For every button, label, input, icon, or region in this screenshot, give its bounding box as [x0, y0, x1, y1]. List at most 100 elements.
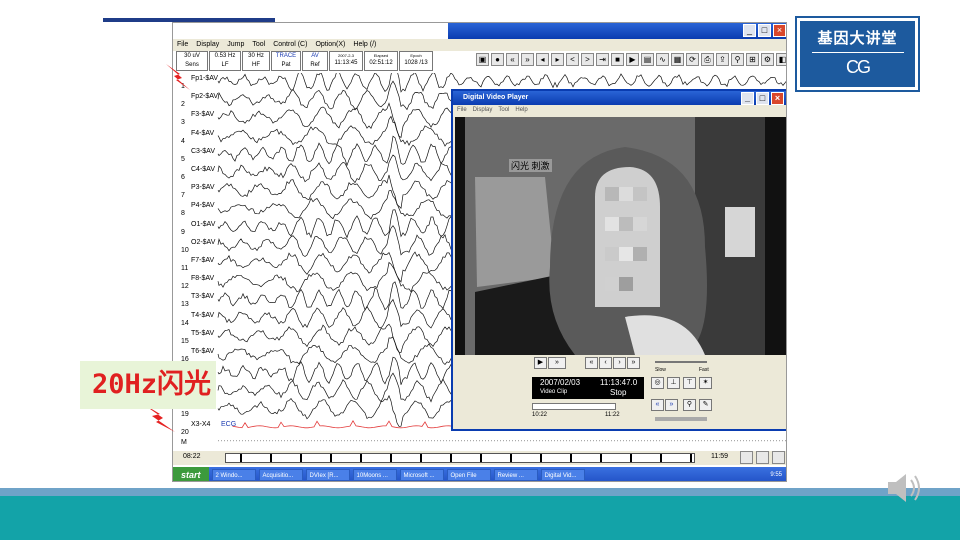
timeline-button-a[interactable]	[740, 451, 753, 464]
ref-control[interactable]: AV Ref	[302, 51, 328, 71]
video-pos-end: 11:22	[605, 412, 620, 418]
channel-label: C3-$AV	[191, 147, 215, 155]
maximize-icon[interactable]: □	[758, 24, 771, 37]
menu-help[interactable]: Help (/)	[353, 39, 376, 51]
video-maximize-icon[interactable]: □	[756, 92, 769, 105]
speed-slider[interactable]	[655, 361, 707, 363]
menu-jump[interactable]: Jump	[227, 39, 244, 51]
timeline-bar: 08:22 11:59	[173, 451, 786, 465]
volume-slider[interactable]	[655, 417, 707, 421]
channel-number: 7	[181, 192, 185, 200]
taskbar-item[interactable]: Digital Vid...	[540, 469, 585, 481]
measure-icon[interactable]: ⊞	[746, 53, 759, 66]
menu-control[interactable]: Control (C)	[273, 39, 307, 51]
step-forward-icon[interactable]: ›	[613, 357, 626, 369]
run-icon[interactable]: ✶	[699, 377, 712, 389]
channel-label: F8-$AV	[191, 275, 215, 283]
prev-icon[interactable]: <	[566, 53, 579, 66]
snapshot-icon[interactable]: ◎	[651, 377, 664, 389]
zoom-icon[interactable]: ⚲	[731, 53, 744, 66]
step-forward-icon[interactable]: ▸	[551, 53, 564, 66]
logo-text: 基因大讲堂	[817, 30, 898, 47]
grid-icon[interactable]: ▦	[671, 53, 684, 66]
channel-label: P3-$AV	[191, 184, 215, 192]
start-button[interactable]: start	[173, 467, 209, 481]
next-clip-icon[interactable]: »	[665, 399, 678, 411]
clock-box: 2007-2-3 11:13:45	[329, 51, 363, 71]
step-back-icon[interactable]: ◂	[536, 53, 549, 66]
step-back-icon[interactable]: ‹	[599, 357, 612, 369]
pattern-control[interactable]: TRACE Pat	[271, 51, 301, 71]
rewind-icon[interactable]: «	[585, 357, 598, 369]
menu-option[interactable]: Option(X)	[315, 39, 345, 51]
lf-control[interactable]: 0.53 Hz LF	[209, 51, 241, 71]
search-icon[interactable]: ⚲	[683, 399, 696, 411]
channel-label: F3-$AV	[191, 111, 215, 119]
channel-number: 12	[181, 283, 189, 291]
prev-clip-icon[interactable]: «	[651, 399, 664, 411]
video-minimize-icon[interactable]: _	[741, 92, 754, 105]
taskbar-item[interactable]: DVIex [R...	[305, 469, 350, 481]
video-position-bar[interactable]	[532, 403, 616, 410]
save-icon[interactable]: ▤	[641, 53, 654, 66]
video-menu-help[interactable]: Help	[515, 105, 527, 115]
record-icon[interactable]: ●	[491, 53, 504, 66]
menu-file[interactable]: File	[177, 39, 188, 51]
menubar: File Display Jump Tool Control (C) Optio…	[173, 39, 786, 51]
lf-label: LF	[221, 62, 229, 68]
play-icon[interactable]: ▶	[626, 53, 639, 66]
taskbar-item[interactable]: Review ...	[493, 469, 538, 481]
map-icon[interactable]: ▣	[476, 53, 489, 66]
video-state: Stop	[610, 388, 627, 397]
video-menu-file[interactable]: File	[457, 105, 467, 115]
video-menu-display[interactable]: Display	[473, 105, 493, 115]
footer-band	[0, 496, 960, 540]
sync-icon[interactable]: ⟳	[686, 53, 699, 66]
timeline-button-c[interactable]	[772, 451, 785, 464]
chart-icon[interactable]: ∿	[656, 53, 669, 66]
taskbar-item[interactable]: 10Moons ...	[352, 469, 397, 481]
video-scene	[455, 117, 786, 355]
play-icon[interactable]: ▶	[534, 357, 547, 369]
fast-forward-icon[interactable]: »	[521, 53, 534, 66]
sens-label: Sens	[185, 62, 199, 68]
timeline-scroll[interactable]	[225, 453, 695, 463]
timeline-button-b[interactable]	[756, 451, 769, 464]
next-icon[interactable]: >	[581, 53, 594, 66]
channel-number: 15	[181, 337, 189, 345]
edit-icon[interactable]: ✎	[699, 399, 712, 411]
print-icon[interactable]: ⎙	[701, 53, 714, 66]
hf-control[interactable]: 30 Hz HF	[242, 51, 270, 71]
channel-label: F7-$AV	[191, 257, 215, 264]
fast-play-icon[interactable]: »	[548, 357, 566, 369]
hf-label: HF	[252, 62, 260, 68]
taskbar-item[interactable]: Open File	[446, 469, 491, 481]
video-player-title: Digital Video Player	[463, 94, 529, 101]
speaker-icon[interactable]	[884, 468, 924, 508]
slide: 基因大讲堂 CG _ □ × File Display Jump Tool Co…	[0, 0, 960, 540]
rewind-fast-icon[interactable]: «	[506, 53, 519, 66]
stop-icon[interactable]: ■	[611, 53, 624, 66]
taskbar-item[interactable]: Microsoft ...	[399, 469, 444, 481]
close-icon[interactable]: ×	[773, 24, 786, 37]
taskbar-item[interactable]: 2 Windo...	[211, 469, 256, 481]
channel-number: 6	[181, 174, 185, 181]
mark-in-icon[interactable]: ⊥	[667, 377, 680, 389]
sens-control[interactable]: 30 uV Sens	[176, 51, 208, 71]
mark-out-icon[interactable]: ⊤	[683, 377, 696, 389]
extra-icon[interactable]: ◧	[776, 53, 786, 66]
settings-icon[interactable]: ⚙	[761, 53, 774, 66]
channel-number: 4	[181, 137, 185, 145]
export-icon[interactable]: ⇪	[716, 53, 729, 66]
hf-value: 30 Hz	[248, 53, 264, 59]
menu-tool[interactable]: Tool	[252, 39, 265, 51]
elapsed-label: Elapsed	[373, 53, 389, 58]
minimize-icon[interactable]: _	[743, 24, 756, 37]
channel-number: 8	[181, 210, 185, 218]
taskbar-item[interactable]: Acquisitio...	[258, 469, 303, 481]
video-menu-tool[interactable]: Tool	[498, 105, 509, 115]
menu-display[interactable]: Display	[196, 39, 219, 51]
forward-icon[interactable]: »	[627, 357, 640, 369]
video-close-icon[interactable]: ×	[771, 92, 784, 105]
page-jump-icon[interactable]: ⇥	[596, 53, 609, 66]
